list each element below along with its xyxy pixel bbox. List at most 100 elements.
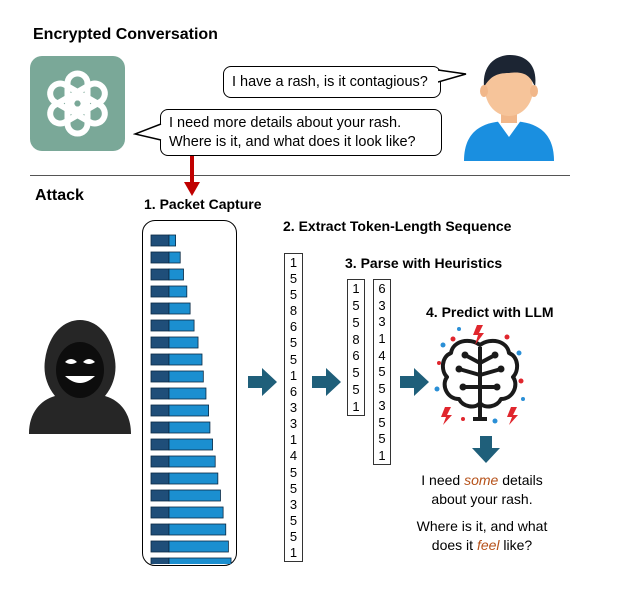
parsed-segment-1: 15586551 (347, 279, 365, 416)
packet-header (150, 489, 170, 502)
packet-bar (150, 540, 229, 553)
packet-header (150, 472, 170, 485)
packet-bar (150, 438, 213, 451)
token-length-value: 5 (378, 431, 386, 447)
packet-payload (168, 370, 204, 383)
packet-header (150, 421, 170, 434)
packet-bar (150, 302, 191, 315)
flow-arrow-2 (312, 368, 341, 396)
token-length-value: 5 (352, 297, 360, 313)
packet-bar (150, 336, 199, 349)
assistant-message-line1: I need more details about your rash. (169, 115, 402, 131)
prediction-line-1: I need some details (421, 472, 543, 488)
token-length-value: 8 (289, 303, 298, 319)
packet-header (150, 353, 170, 366)
token-length-value: 1 (289, 367, 298, 383)
flow-arrow-down (472, 436, 500, 463)
token-length-value: 5 (352, 365, 360, 381)
packet-bar (150, 455, 216, 468)
packet-header (150, 285, 170, 298)
prediction-line-3: Where is it, and what (416, 518, 548, 534)
assistant-bubble-tail (133, 123, 162, 141)
packet-payload (168, 404, 209, 417)
packet-payload (168, 489, 221, 502)
flow-arrow-3 (400, 368, 429, 396)
flow-arrow-1 (248, 368, 277, 396)
packet-bar (150, 472, 219, 485)
packet-header (150, 387, 170, 400)
token-length-value: 6 (289, 319, 298, 335)
chatbot-logo-tile (30, 56, 125, 151)
packet-header (150, 234, 170, 247)
token-length-value: 6 (289, 383, 298, 399)
token-length-value: 5 (289, 480, 298, 496)
packet-bar (150, 370, 204, 383)
packet-header (150, 438, 170, 451)
step-label-packet-capture: 1. Packet Capture (144, 196, 262, 212)
packet-bar (150, 557, 232, 570)
packet-header (150, 251, 170, 264)
token-length-value: 1 (289, 254, 298, 270)
packet-bar (150, 353, 203, 366)
packet-header (150, 540, 170, 553)
packet-payload (168, 234, 176, 247)
assistant-message-line2: Where is it, and what does it look like? (169, 134, 416, 150)
packet-header (150, 302, 170, 315)
token-length-value: 5 (378, 381, 386, 397)
token-length-value: 5 (378, 364, 386, 380)
user-avatar (458, 49, 560, 161)
token-length-value: 5 (289, 513, 298, 529)
packet-capture-box (142, 220, 237, 570)
token-length-value: 5 (352, 314, 360, 330)
token-length-sequence: 1558655163314553551 (284, 253, 303, 562)
token-length-value: 1 (352, 280, 360, 296)
token-length-value: 3 (378, 314, 386, 330)
packet-bar (150, 251, 181, 264)
token-length-value: 5 (289, 351, 298, 367)
packet-header (150, 506, 170, 519)
prediction-line-4: does it feel like? (431, 537, 533, 553)
section-title-attack: Attack (35, 187, 84, 204)
packet-header (150, 336, 170, 349)
token-length-value: 1 (289, 432, 298, 448)
prediction-line-2: about your rash. (431, 491, 533, 507)
token-length-value: 5 (352, 382, 360, 398)
packet-header (150, 523, 170, 536)
packet-header (150, 557, 170, 570)
token-length-value: 3 (289, 496, 298, 512)
token-length-value: 1 (352, 399, 360, 415)
token-length-value: 5 (289, 335, 298, 351)
packet-payload (168, 285, 188, 298)
token-length-value: 3 (289, 416, 298, 432)
packet-payload (168, 455, 216, 468)
packet-payload (168, 302, 191, 315)
emphasis-word-feel: feel (476, 537, 500, 553)
packet-payload (168, 268, 184, 281)
packet-header (150, 370, 170, 383)
token-length-value: 5 (289, 464, 298, 480)
attacker (25, 316, 135, 436)
token-length-value: 3 (378, 397, 386, 413)
step-label-parse-heuristics: 3. Parse with Heuristics (345, 255, 503, 271)
packet-bars (150, 234, 232, 570)
token-length-value: 6 (352, 348, 360, 364)
hacker-icon (29, 320, 131, 434)
packet-bar (150, 489, 221, 502)
packet-header (150, 319, 170, 332)
packet-bar (150, 523, 227, 536)
prediction-text: I need some details about your rash. Whe… (392, 471, 572, 555)
packet-payload (168, 251, 181, 264)
llm-brain (433, 323, 528, 428)
packet-header (150, 455, 170, 468)
packet-payload (168, 438, 213, 451)
token-length-value: 4 (378, 347, 386, 363)
assistant-message-bubble: I need more details about your rash. Whe… (160, 109, 442, 156)
user-avatar-icon (464, 55, 554, 161)
token-length-value: 1 (378, 448, 386, 464)
packet-bar (150, 387, 207, 400)
packet-payload (168, 506, 224, 519)
parsed-segment-2: 63314553551 (373, 279, 391, 465)
step-label-predict-llm: 4. Predict with LLM (426, 304, 554, 320)
packet-bar (150, 268, 184, 281)
token-length-value: 3 (378, 297, 386, 313)
